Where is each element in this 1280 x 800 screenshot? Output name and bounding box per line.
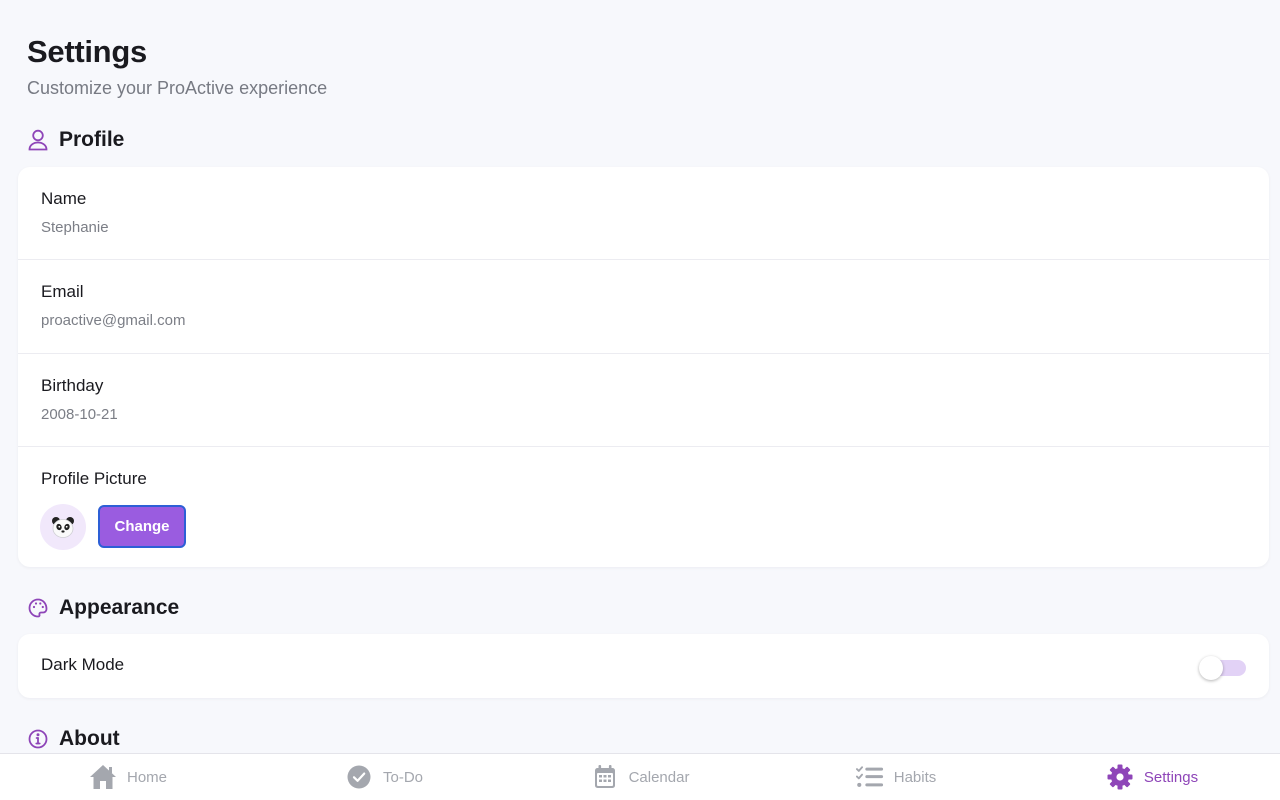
profile-card: Name Stephanie Email proactive@gmail.com… — [18, 167, 1269, 567]
about-heading: About — [59, 727, 120, 750]
check-circle-icon — [345, 763, 373, 791]
tab-home[interactable]: Home — [0, 754, 256, 800]
appearance-heading: Appearance — [59, 596, 180, 619]
page-title: Settings — [27, 34, 147, 69]
profile-picture-label: Profile Picture — [41, 469, 147, 488]
tab-habits-label: Habits — [893, 768, 937, 786]
toggle-knob — [1199, 656, 1223, 680]
checklist-icon — [855, 763, 884, 791]
bottom-tab-bar: Home To-Do Calendar Habits Settings — [0, 753, 1280, 800]
tab-habits[interactable]: Habits — [768, 754, 1024, 800]
birthday-label: Birthday — [41, 376, 104, 395]
tab-settings-label: Settings — [1143, 768, 1199, 786]
dark-mode-label: Dark Mode — [41, 655, 125, 674]
palette-icon — [27, 597, 49, 619]
name-label: Name — [41, 189, 87, 208]
user-icon — [27, 129, 49, 151]
email-row[interactable]: Email proactive@gmail.com — [18, 260, 1269, 354]
info-icon — [27, 728, 49, 750]
settings-scroll-area[interactable]: Settings Customize your ProActive experi… — [0, 0, 1280, 753]
dark-mode-toggle[interactable] — [1199, 655, 1246, 681]
birthday-row[interactable]: Birthday 2008-10-21 — [18, 354, 1269, 447]
name-row[interactable]: Name Stephanie — [18, 167, 1269, 260]
settings-page: Settings Customize your ProActive experi… — [0, 0, 1280, 800]
birthday-value: 2008-10-21 — [41, 406, 118, 423]
profile-section-header: Profile — [27, 128, 124, 152]
tab-calendar-label: Calendar — [628, 768, 690, 786]
tab-todo[interactable]: To-Do — [256, 754, 512, 800]
appearance-card: Dark Mode — [18, 634, 1269, 698]
appearance-section-header: Appearance — [27, 596, 179, 620]
email-value: proactive@gmail.com — [41, 312, 186, 329]
about-section-header: About — [27, 727, 120, 751]
panda-avatar-icon — [52, 517, 74, 538]
gear-icon — [1106, 763, 1134, 791]
home-icon — [89, 763, 117, 791]
change-picture-button[interactable]: Change — [98, 505, 186, 548]
calendar-icon — [591, 763, 619, 791]
page-subtitle: Customize your ProActive experience — [27, 78, 328, 98]
profile-heading: Profile — [59, 128, 125, 151]
email-label: Email — [41, 282, 84, 301]
tab-calendar[interactable]: Calendar — [512, 754, 768, 800]
tab-todo-label: To-Do — [382, 768, 423, 786]
dark-mode-row: Dark Mode — [18, 634, 1269, 698]
profile-picture-row: Profile Picture Change — [18, 447, 1269, 567]
avatar — [40, 504, 86, 550]
tab-settings[interactable]: Settings — [1024, 754, 1280, 800]
tab-home-label: Home — [126, 768, 167, 786]
name-value: Stephanie — [41, 219, 109, 236]
